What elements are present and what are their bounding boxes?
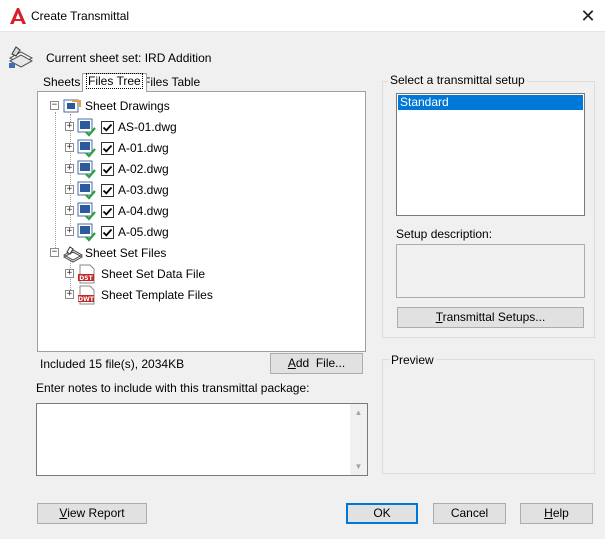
transmittal-setup-group-label: Select a transmittal setup bbox=[388, 73, 527, 87]
drawing-file-icon bbox=[77, 160, 97, 179]
help-mnemonic: H bbox=[544, 506, 553, 520]
sheet-drawings-icon bbox=[62, 98, 82, 116]
add-file-button[interactable]: Add File... bbox=[270, 353, 363, 374]
transmittal-setup-list[interactable]: Standard bbox=[396, 93, 585, 216]
tree-node-label: Sheet Set Data File bbox=[101, 267, 206, 281]
drawing-file-icon bbox=[77, 223, 97, 242]
notes-scrollbar[interactable]: ▲ ▼ bbox=[350, 404, 367, 475]
tab-files-tree-label: Files Tree bbox=[86, 73, 143, 89]
help-label: elp bbox=[552, 506, 569, 520]
setup-description-box bbox=[396, 244, 585, 298]
collapse-toggle[interactable]: − bbox=[50, 101, 59, 110]
sheet-set-files-icon bbox=[62, 245, 84, 263]
tree-node-drawing[interactable]: + A-05.dwg bbox=[65, 222, 355, 243]
tree-connector-line bbox=[55, 112, 56, 252]
dwt-file-icon: DWT bbox=[77, 285, 97, 305]
tree-node-label: A-04.dwg bbox=[118, 204, 169, 218]
tree-node-label: A-05.dwg bbox=[118, 225, 169, 239]
expand-toggle[interactable]: + bbox=[65, 164, 74, 173]
included-files-summary: Included 15 file(s), 2034KB bbox=[40, 357, 185, 371]
title-bar: Create Transmittal ✕ bbox=[0, 0, 605, 32]
tree-node-label: AS-01.dwg bbox=[118, 120, 177, 134]
setup-item-standard[interactable]: Standard bbox=[398, 95, 583, 110]
help-button[interactable]: Help bbox=[520, 503, 593, 524]
expand-toggle[interactable]: + bbox=[65, 143, 74, 152]
include-checkbox[interactable] bbox=[101, 205, 114, 218]
drawing-file-icon bbox=[77, 181, 97, 200]
view-report-label: iew Report bbox=[67, 506, 125, 520]
notes-value bbox=[37, 404, 367, 408]
dwt-badge-text: DWT bbox=[78, 296, 95, 303]
add-file-label: dd File... bbox=[295, 356, 346, 370]
scroll-down-icon[interactable]: ▼ bbox=[350, 458, 367, 475]
close-button[interactable]: ✕ bbox=[572, 2, 604, 30]
tree-node-label: A-03.dwg bbox=[118, 183, 169, 197]
expand-toggle[interactable]: + bbox=[65, 206, 74, 215]
include-checkbox[interactable] bbox=[101, 163, 114, 176]
cancel-button[interactable]: Cancel bbox=[433, 503, 506, 524]
tree-node-drawing[interactable]: + AS-01.dwg bbox=[65, 117, 355, 138]
sheet-set-icon bbox=[7, 44, 35, 70]
tab-files-table[interactable]: Files Table bbox=[140, 75, 204, 92]
expand-toggle[interactable]: + bbox=[65, 227, 74, 236]
tab-files-table-label: Files Table bbox=[143, 75, 201, 89]
dst-file-icon: DST bbox=[77, 264, 97, 284]
tree-node-drawing[interactable]: + A-02.dwg bbox=[65, 159, 355, 180]
tree-node-label: Sheet Set Files bbox=[85, 246, 167, 260]
scroll-up-icon[interactable]: ▲ bbox=[350, 404, 367, 421]
expand-toggle[interactable]: + bbox=[65, 290, 74, 299]
include-checkbox[interactable] bbox=[101, 226, 114, 239]
tree-node-label: A-02.dwg bbox=[118, 162, 169, 176]
dst-badge-text: DST bbox=[79, 275, 93, 282]
transmittal-setups-button[interactable]: Transmittal Setups... bbox=[397, 307, 584, 328]
expand-toggle[interactable]: + bbox=[65, 185, 74, 194]
drawing-file-icon bbox=[77, 118, 97, 137]
preview-group bbox=[382, 359, 595, 474]
tree-node-label: Sheet Drawings bbox=[85, 99, 170, 113]
tree-node-drawing[interactable]: + A-01.dwg bbox=[65, 138, 355, 159]
tree-node-sheet-drawings[interactable]: − Sheet Drawings bbox=[50, 96, 350, 117]
tab-sheets[interactable]: Sheets bbox=[40, 75, 84, 92]
tree-node-drawing[interactable]: + A-04.dwg bbox=[65, 201, 355, 222]
autocad-logo-icon bbox=[9, 7, 27, 25]
notes-textarea[interactable]: ▲ ▼ bbox=[36, 403, 368, 476]
tree-node-label: Sheet Template Files bbox=[101, 288, 213, 302]
tree-node-sheet-set-data-file[interactable]: + DST Sheet Set Data File bbox=[65, 264, 355, 285]
preview-group-label: Preview bbox=[389, 353, 436, 367]
include-checkbox[interactable] bbox=[101, 142, 114, 155]
window-title: Create Transmittal bbox=[31, 9, 130, 23]
tree-node-drawing[interactable]: + A-03.dwg bbox=[65, 180, 355, 201]
tree-node-sheet-template-files[interactable]: + DWT Sheet Template Files bbox=[65, 285, 355, 306]
ok-button[interactable]: OK bbox=[346, 503, 418, 524]
expand-toggle[interactable]: + bbox=[65, 269, 74, 278]
tab-sheets-label: Sheets bbox=[43, 75, 81, 89]
transmittal-setups-mnemonic: T bbox=[435, 310, 443, 324]
tree-node-sheet-set-files[interactable]: − Sheet Set Files bbox=[50, 243, 350, 264]
include-checkbox[interactable] bbox=[101, 184, 114, 197]
notes-label: Enter notes to include with this transmi… bbox=[36, 381, 310, 395]
tab-files-tree[interactable]: Files Tree bbox=[82, 73, 147, 92]
collapse-toggle[interactable]: − bbox=[50, 248, 59, 257]
expand-toggle[interactable]: + bbox=[65, 122, 74, 131]
drawing-file-icon bbox=[77, 202, 97, 221]
add-file-mnemonic: A bbox=[287, 356, 296, 370]
tree-node-label: A-01.dwg bbox=[118, 141, 169, 155]
transmittal-setups-label: ransmittal Setups... bbox=[442, 310, 546, 324]
setup-description-label: Setup description: bbox=[396, 227, 493, 241]
files-tree[interactable]: − Sheet Drawings + AS-01.dwg + A-01.dwg bbox=[40, 94, 363, 349]
drawing-file-icon bbox=[77, 139, 97, 158]
current-sheet-set-label: Current sheet set: IRD Addition bbox=[46, 51, 212, 65]
view-report-button[interactable]: View Report bbox=[37, 503, 147, 524]
include-checkbox[interactable] bbox=[101, 121, 114, 134]
